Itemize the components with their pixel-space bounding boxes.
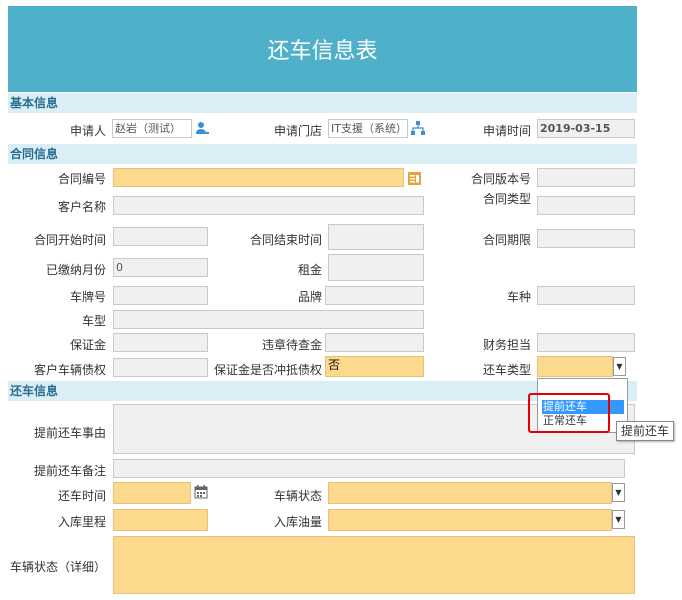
applicant-field: 赵岩（测试） [112, 119, 192, 138]
return-time-field[interactable] [113, 482, 191, 504]
fuel-level-label: 入库油量 [274, 515, 323, 529]
org-picker-icon[interactable] [411, 121, 425, 135]
contract-start-label: 合同开始时间 [34, 233, 107, 247]
deposit-label: 保证金 [70, 338, 107, 352]
contract-lookup-icon[interactable] [408, 172, 422, 186]
page-title: 还车信息表 [8, 6, 637, 92]
early-return-note-field [113, 459, 625, 478]
contract-version-field [537, 168, 635, 187]
calendar-icon[interactable] [194, 485, 208, 499]
plate-number-field [113, 286, 208, 305]
vehicle-status-detail-field[interactable] [113, 536, 635, 594]
customer-debt-field [113, 358, 208, 377]
violation-deposit-label: 违章待查金 [262, 338, 323, 352]
section-contract-info: 合同信息 [8, 144, 637, 164]
vehicle-status-dropdown-arrow[interactable]: ▼ [612, 483, 625, 502]
return-type-label: 还车类型 [483, 363, 532, 377]
apply-time-label: 申请时间 [483, 124, 532, 138]
applicant-label: 申请人 [70, 124, 107, 138]
vehicle-status-label: 车辆状态 [274, 489, 323, 503]
section-basic-info: 基本信息 [8, 93, 637, 113]
brand-label: 品牌 [298, 290, 323, 304]
vehicle-model-field [113, 310, 424, 329]
vehicle-status-detail-label: 车辆状态（详细） [10, 560, 107, 574]
mileage-field[interactable] [113, 509, 208, 531]
contract-period-field [537, 229, 635, 248]
plate-number-label: 车牌号 [70, 290, 107, 304]
contract-number-field[interactable] [113, 168, 404, 187]
deposit-field [113, 333, 208, 352]
paid-months-label: 已缴纳月份 [46, 263, 107, 277]
vehicle-status-select[interactable] [328, 482, 612, 504]
vehicle-model-label: 车型 [82, 314, 107, 328]
highlight-box [528, 393, 610, 433]
deposit-offset-label: 保证金是否冲抵债权 [214, 363, 323, 377]
customer-name-label: 客户名称 [58, 200, 107, 214]
vehicle-category-field [537, 286, 635, 305]
deposit-offset-field[interactable]: 否 [325, 356, 424, 377]
return-time-label: 还车时间 [58, 489, 107, 503]
contract-number-label: 合同编号 [58, 172, 107, 186]
store-label: 申请门店 [274, 124, 323, 138]
user-picker-icon[interactable] [195, 121, 209, 135]
contract-end-field [328, 224, 424, 250]
fuel-level-select[interactable] [328, 509, 612, 531]
violation-deposit-field [325, 333, 424, 352]
rent-field [328, 254, 424, 281]
fuel-level-dropdown-arrow[interactable]: ▼ [612, 510, 625, 529]
apply-time-field: 2019-03-15 [537, 119, 635, 138]
finance-owner-field [537, 333, 635, 352]
contract-end-label: 合同结束时间 [250, 233, 323, 247]
vehicle-category-label: 车种 [507, 290, 532, 304]
mileage-label: 入库里程 [58, 515, 107, 529]
brand-field [325, 286, 424, 305]
contract-start-field [113, 227, 208, 246]
customer-name-field [113, 196, 424, 215]
rent-label: 租金 [298, 263, 323, 277]
early-return-reason-label: 提前还车事由 [34, 426, 107, 440]
contract-type-field [537, 196, 635, 215]
return-type-dropdown-arrow[interactable]: ▼ [613, 357, 626, 376]
contract-version-label: 合同版本号 [471, 172, 532, 186]
paid-months-field: 0 [113, 258, 208, 277]
finance-owner-label: 财务担当 [483, 338, 532, 352]
contract-type-label: 合同类型 [483, 192, 532, 206]
contract-period-label: 合同期限 [483, 233, 532, 247]
early-return-note-label: 提前还车备注 [34, 464, 107, 478]
return-type-select[interactable] [537, 356, 613, 377]
store-field: IT支援（系统） [328, 119, 408, 138]
tooltip: 提前还车 [616, 421, 674, 441]
customer-debt-label: 客户车辆债权 [34, 363, 107, 377]
